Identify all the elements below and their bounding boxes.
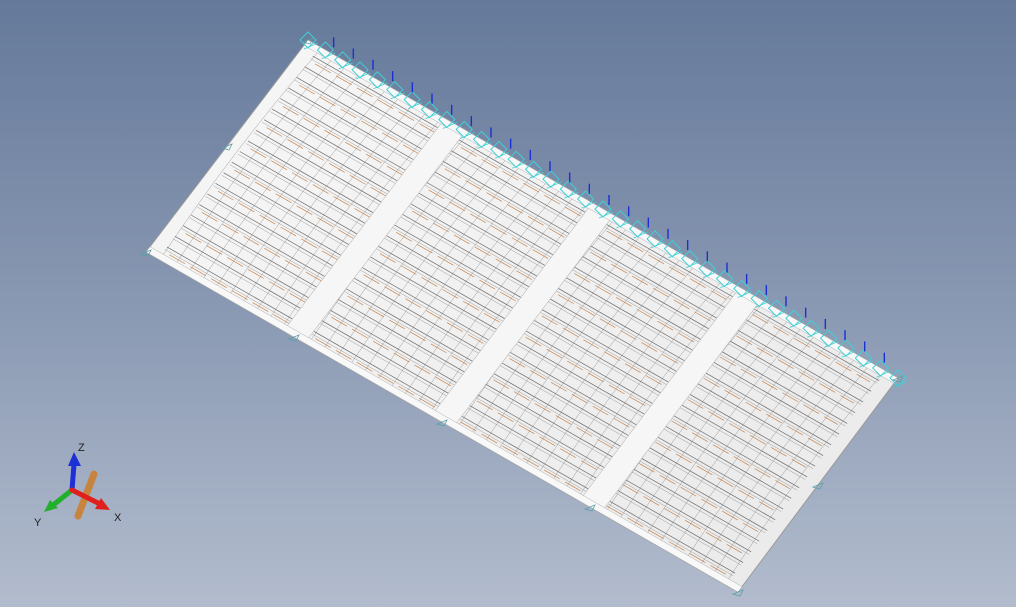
z-axis-label: Z: [78, 442, 85, 454]
x-axis-label: X: [114, 512, 122, 524]
y-axis-label: Y: [34, 517, 42, 529]
fe-model-scene[interactable]: [0, 0, 1016, 607]
z-axis-head: [68, 452, 81, 466]
support-marker: [139, 249, 152, 257]
y-axis-arrow: [49, 487, 75, 509]
graphics-viewport[interactable]: Z Y X: [0, 0, 1016, 607]
coordinate-triad: Z Y X: [34, 442, 122, 529]
z-axis-arrow: [69, 461, 77, 493]
